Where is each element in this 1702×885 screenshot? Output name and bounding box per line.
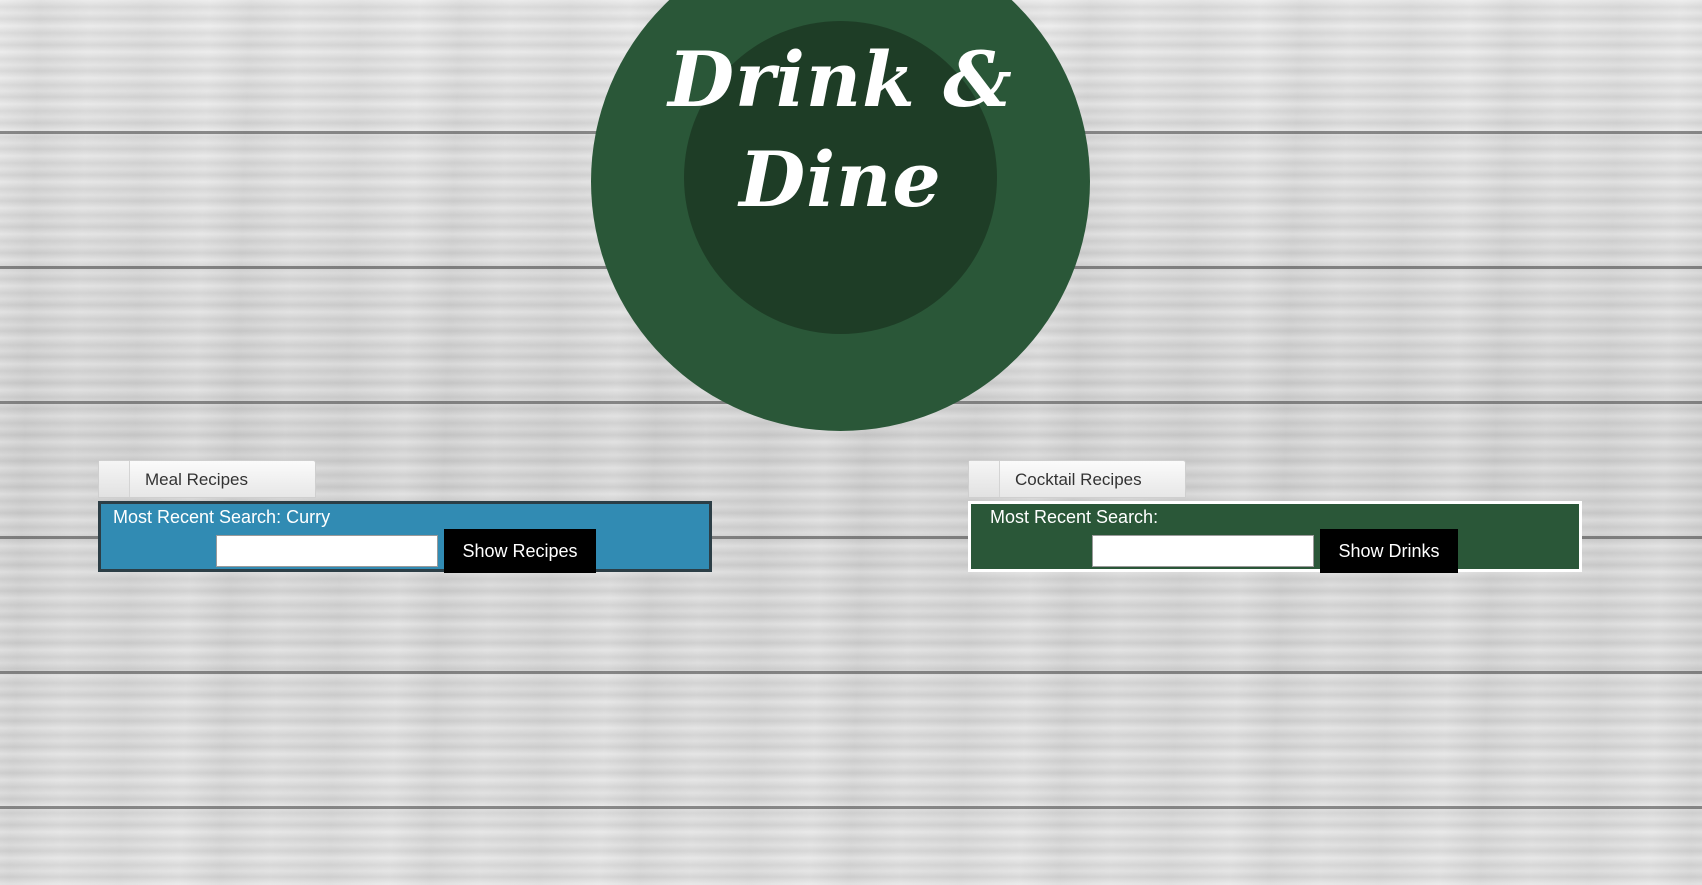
tab-cocktail-recipes[interactable]: Cocktail Recipes (968, 460, 1186, 498)
show-drinks-button[interactable]: Show Drinks (1320, 529, 1458, 573)
meal-most-recent-search: Most Recent Search: Curry (113, 507, 331, 527)
tab-cocktail-recipes-label: Cocktail Recipes (1015, 470, 1142, 489)
drink-search-input[interactable] (1092, 535, 1314, 567)
site-title: Drink & Dine (668, 35, 1013, 224)
tab-handle (99, 461, 130, 497)
tab-meal-recipes[interactable]: Meal Recipes (98, 460, 316, 498)
meal-search-input[interactable] (216, 535, 438, 567)
drink-search-panel: Most Recent Search: Show Drinks (968, 501, 1582, 573)
drink-most-recent-search: Most Recent Search: (990, 507, 1159, 527)
tab-handle (969, 461, 1000, 497)
logo-circle: Drink & Dine (591, 0, 1090, 431)
show-recipes-button[interactable]: Show Recipes (444, 529, 596, 573)
tab-meal-recipes-label: Meal Recipes (145, 470, 248, 489)
meal-search-panel: Most Recent Search: Curry Show Recipes (98, 501, 712, 573)
